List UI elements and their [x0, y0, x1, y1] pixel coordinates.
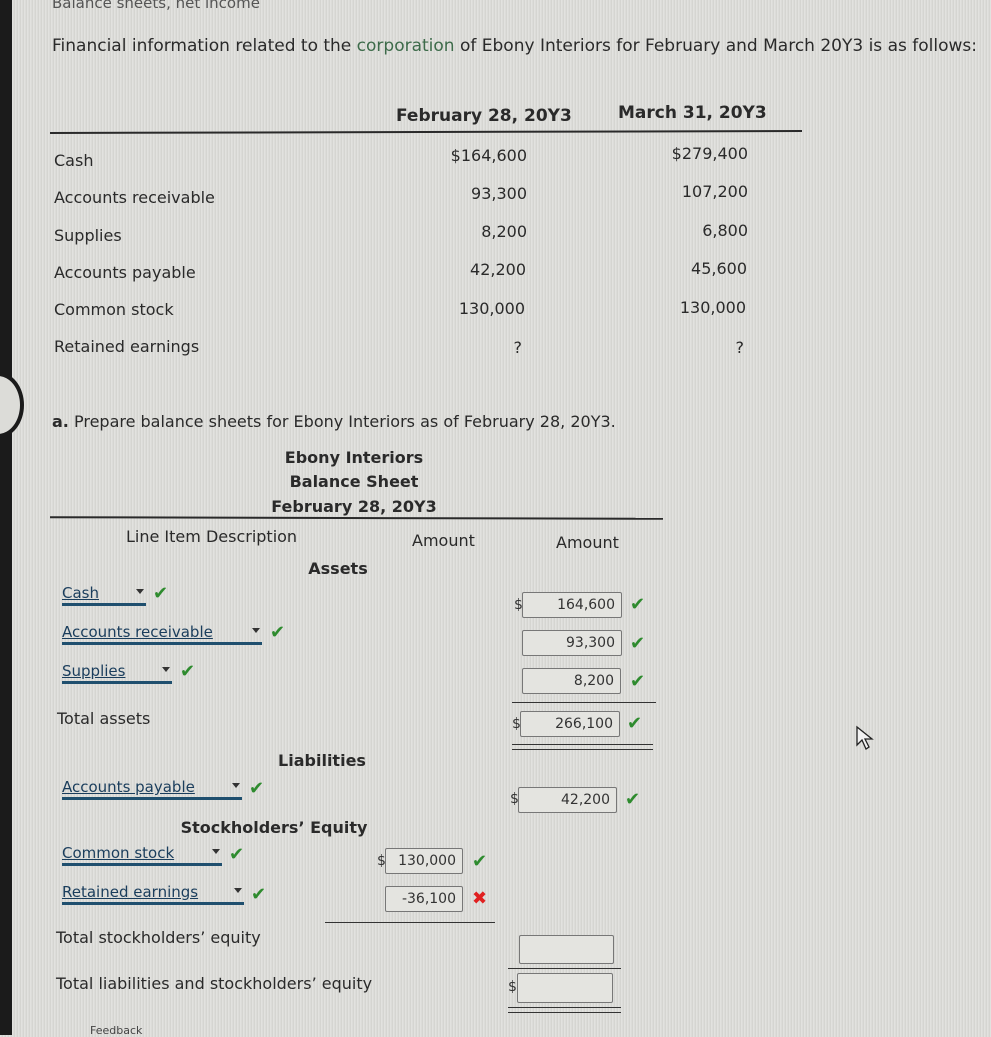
bs-company: Ebony Interiors: [284, 448, 424, 467]
check-icon: ✔: [472, 851, 488, 872]
total-equity-amount[interactable]: [519, 935, 614, 964]
row-label: Retained earnings: [54, 337, 200, 356]
check-icon: ✔: [229, 844, 245, 865]
select-value: Common stock: [62, 844, 175, 862]
check-icon: ✔: [270, 622, 286, 643]
select-value: Accounts receivable: [62, 623, 213, 641]
select-value: Retained earnings: [62, 883, 199, 901]
total-equity-label: Total stockholders’ equity: [56, 928, 261, 947]
bs-date: February 28, 20Y3: [271, 497, 437, 516]
asset-amount-1[interactable]: [522, 592, 622, 618]
row-feb-value: 93,300: [471, 184, 527, 203]
question-prompt: a. Prepare balance sheets for Ebony Inte…: [52, 412, 616, 431]
intro-text-before: Financial information related to the: [52, 36, 357, 56]
total-equity-line: [508, 968, 621, 969]
col-header-description: Line Item Description: [126, 527, 298, 546]
row-mar-value: 107,200: [681, 182, 748, 201]
final-double-line: [508, 1007, 621, 1013]
check-icon: ✔: [627, 713, 643, 734]
question-letter: a.: [52, 412, 69, 431]
topic-title: Balance sheets, net income: [52, 0, 260, 12]
chevron-down-icon: [162, 667, 170, 672]
col-header-mar: March 31, 20Y3: [618, 103, 767, 123]
scroll-handle[interactable]: [0, 372, 24, 438]
row-mar-value: ?: [735, 338, 745, 357]
feedback-link[interactable]: Feedback: [90, 1024, 142, 1037]
liability-select-1[interactable]: Accounts payable: [62, 778, 242, 800]
equity-amount-1[interactable]: [385, 848, 463, 874]
screen-bezel: [0, 0, 12, 1035]
col-header-amount-2: Amount: [556, 533, 619, 552]
row-label: Common stock: [54, 300, 174, 319]
row-mar-value: 6,800: [702, 221, 748, 240]
bs-header-rule: [49, 516, 664, 520]
check-icon: ✔: [630, 594, 646, 615]
row-label: Accounts payable: [54, 263, 196, 282]
asset-select-2[interactable]: Accounts receivable: [62, 623, 262, 645]
total-assets-amount[interactable]: [520, 711, 620, 737]
row-label: Accounts receivable: [54, 188, 215, 207]
check-icon: ✔: [249, 778, 265, 799]
col-header-amount-1: Amount: [412, 531, 475, 550]
total-double-line: [512, 744, 653, 750]
bs-title: Balance Sheet: [289, 472, 419, 491]
row-label: Cash: [54, 151, 94, 170]
asset-select-3[interactable]: Supplies: [62, 662, 172, 684]
row-feb-value: 130,000: [458, 299, 525, 318]
chevron-down-icon: [234, 888, 242, 893]
row-mar-value: 130,000: [679, 298, 746, 317]
table-header-rule: [49, 130, 803, 134]
corporation-link[interactable]: corporation: [357, 36, 455, 56]
total-liab-equity-amount[interactable]: [517, 973, 613, 1003]
subtotal-line: [512, 702, 656, 703]
section-assets: Assets: [308, 559, 368, 578]
select-value: Accounts payable: [62, 778, 195, 796]
equity-subtotal-line: [325, 922, 495, 923]
asset-amount-3[interactable]: [522, 668, 621, 694]
row-feb-value: 42,200: [470, 260, 526, 279]
row-feb-value: 8,200: [481, 222, 527, 241]
check-icon: ✔: [153, 583, 169, 604]
select-value: Cash: [62, 584, 99, 602]
dollar-sign: $: [508, 979, 517, 995]
asset-amount-2[interactable]: [522, 630, 622, 656]
cross-icon: ✖: [472, 888, 488, 909]
chevron-down-icon: [136, 589, 144, 594]
total-liab-equity-label: Total liabilities and stockholders’ equi…: [56, 974, 373, 993]
row-feb-value: $164,600: [450, 146, 527, 165]
equity-select-1[interactable]: Common stock: [62, 844, 222, 866]
intro-text-after: of Ebony Interiors for February and Marc…: [454, 36, 977, 56]
row-mar-value: 45,600: [691, 259, 747, 278]
check-icon: ✔: [630, 633, 646, 654]
check-icon: ✔: [625, 789, 641, 810]
section-equity: Stockholders’ Equity: [180, 818, 368, 837]
section-liabilities: Liabilities: [278, 751, 366, 770]
check-icon: ✔: [251, 884, 267, 905]
liability-amount-1[interactable]: [518, 787, 617, 813]
chevron-down-icon: [252, 628, 260, 633]
row-mar-value: $279,400: [671, 144, 748, 163]
chevron-down-icon: [212, 849, 220, 854]
intro-text: Financial information related to the cor…: [52, 36, 977, 56]
select-value: Supplies: [62, 662, 126, 680]
equity-amount-2[interactable]: [385, 886, 463, 912]
question-text: Prepare balance sheets for Ebony Interio…: [73, 412, 616, 431]
check-icon: ✔: [180, 661, 196, 682]
equity-select-2[interactable]: Retained earnings: [62, 883, 244, 905]
row-feb-value: ?: [513, 338, 523, 357]
total-assets-label: Total assets: [57, 709, 151, 728]
check-icon: ✔: [630, 671, 646, 692]
col-header-feb: February 28, 20Y3: [396, 106, 572, 126]
asset-select-1[interactable]: Cash: [62, 584, 146, 606]
row-label: Supplies: [54, 226, 122, 245]
mouse-cursor-icon: [856, 725, 874, 750]
chevron-down-icon: [232, 783, 240, 788]
